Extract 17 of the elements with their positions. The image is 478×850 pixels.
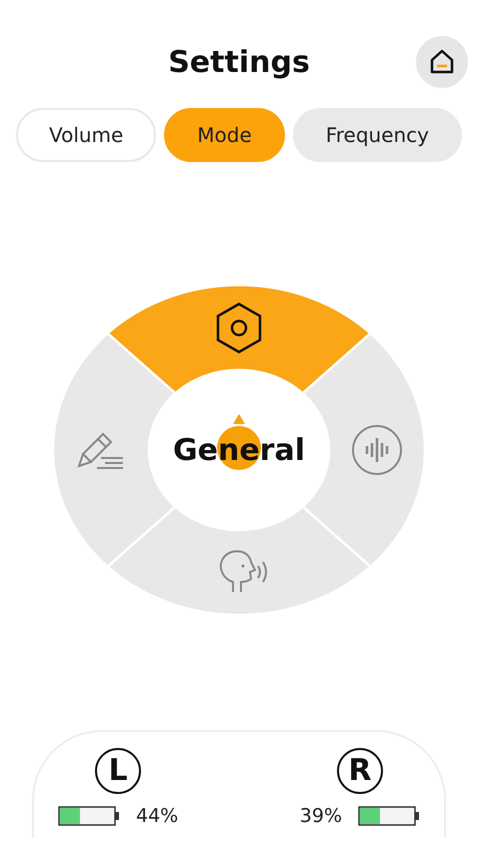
page-title: Settings bbox=[168, 44, 310, 82]
mode-tab[interactable]: Volume bbox=[16, 108, 156, 162]
mode-segment[interactable] bbox=[301, 332, 426, 568]
mode-tab[interactable]: Mode bbox=[164, 108, 285, 162]
side-badge: R bbox=[336, 748, 383, 794]
speaking-head-icon bbox=[220, 550, 267, 592]
waveform-icon bbox=[352, 425, 402, 475]
mode-tab[interactable]: Frequency bbox=[292, 108, 462, 162]
battery-icon bbox=[358, 806, 420, 826]
home-button[interactable] bbox=[416, 36, 468, 88]
battery-reading: 44% bbox=[136, 804, 178, 829]
pencil-icon bbox=[78, 432, 124, 469]
side-badge: L bbox=[95, 748, 142, 794]
home-icon bbox=[428, 48, 456, 76]
nut-icon bbox=[216, 302, 262, 354]
battery-icon bbox=[58, 806, 120, 826]
battery-reading: 39% bbox=[300, 804, 342, 829]
